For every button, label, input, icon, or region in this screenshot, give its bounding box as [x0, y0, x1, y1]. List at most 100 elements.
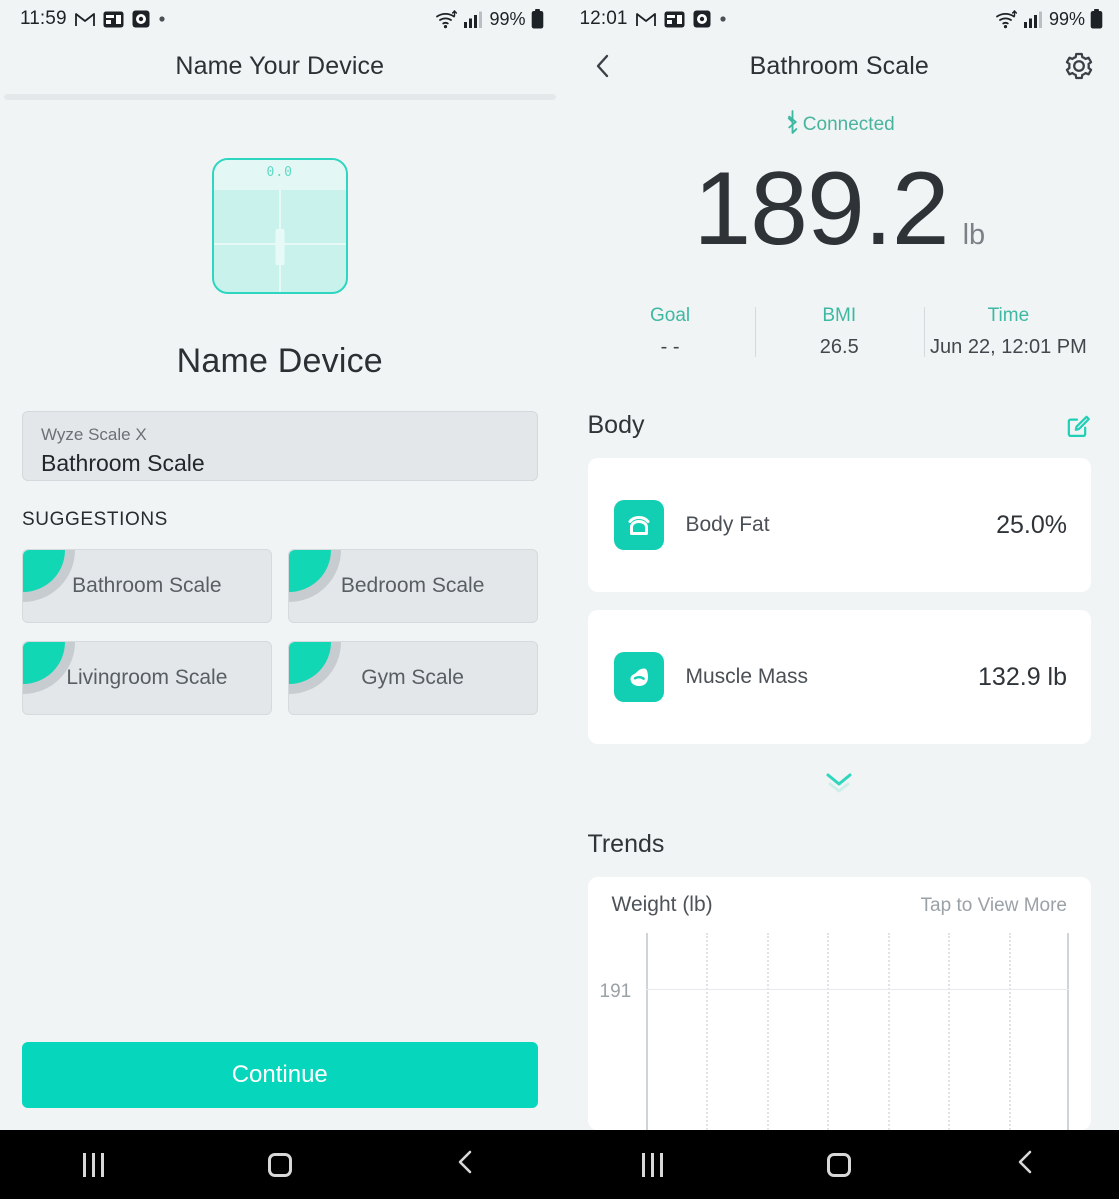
- body-fat-card[interactable]: Body Fat 25.0%: [587, 458, 1091, 592]
- nav-back-button[interactable]: [991, 1142, 1061, 1188]
- metric-bmi[interactable]: BMI 26.5: [754, 305, 924, 359]
- status-bar-left: 11:59 99%: [0, 0, 560, 38]
- nav-recents-button[interactable]: [618, 1142, 688, 1188]
- settings-button[interactable]: [1061, 48, 1097, 84]
- suggestion-chip-livingroom[interactable]: Livingroom Scale: [22, 641, 272, 715]
- caption-icon: [103, 11, 124, 28]
- connection-status-text: Connected: [802, 113, 895, 135]
- chart-y-tick: 191: [599, 981, 632, 1002]
- device-name-input[interactable]: Wyze Scale X Bathroom Scale: [22, 411, 538, 481]
- suggestion-label: Livingroom Scale: [66, 666, 228, 689]
- metric-value: Jun 22, 12:01 PM: [930, 336, 1087, 358]
- metric-value: - -: [660, 336, 680, 358]
- suggestion-chip-bathroom[interactable]: Bathroom Scale: [22, 549, 272, 623]
- nav-home-button[interactable]: [245, 1142, 315, 1188]
- right-phone-screen: 12:01 99% Bathroom Scale Connected 189.2…: [559, 0, 1119, 1199]
- status-time: 12:01: [579, 8, 628, 29]
- home-icon: [827, 1152, 852, 1177]
- nav-back-button[interactable]: [431, 1142, 501, 1188]
- chart-gridline: [706, 933, 709, 1130]
- battery-percent: 99%: [1048, 8, 1085, 29]
- chart-header: Weight (lb) Tap to View More: [602, 893, 1078, 917]
- status-bar-left-group: 11:59: [20, 8, 166, 30]
- connection-status: Connected: [560, 110, 1119, 139]
- chevron-left-icon: [596, 54, 608, 78]
- caption-icon: [664, 11, 685, 28]
- suggestions-list: Bathroom Scale Bedroom Scale Livingroom …: [22, 549, 538, 715]
- muscle-mass-card[interactable]: Muscle Mass 132.9 lb: [587, 610, 1091, 744]
- chart-gridline: [1008, 933, 1011, 1130]
- muscle-mass-value: 132.9 lb: [978, 662, 1067, 691]
- metric-value: 26.5: [819, 336, 859, 358]
- weight-trend-chart-card[interactable]: Weight (lb) Tap to View More 191: [587, 877, 1091, 1130]
- metric-label: Goal: [650, 305, 691, 326]
- right-screen-body: Connected 189.2 lb Goal - - BMI 26.5 Tim…: [560, 94, 1119, 1130]
- bluetooth-icon: [784, 110, 801, 139]
- gmail-icon: [74, 11, 95, 27]
- suggestion-label: Gym Scale: [361, 666, 464, 689]
- chevron-down-icon: [826, 773, 852, 793]
- signal-icon: [464, 10, 484, 28]
- chart-gridline: [827, 933, 830, 1130]
- signal-icon: [1023, 10, 1044, 28]
- back-icon: [1015, 1149, 1037, 1180]
- chart-gridline: [948, 933, 951, 1130]
- alarm-icon: [132, 10, 150, 28]
- status-bar-right-group: 99%: [435, 9, 543, 30]
- status-bar-right: 12:01 99%: [560, 0, 1119, 38]
- metric-time[interactable]: Time Jun 22, 12:01 PM: [923, 305, 1093, 359]
- trends-section-title: Trends: [587, 830, 665, 858]
- name-device-heading: Name Device: [176, 342, 383, 380]
- suggestion-label: Bedroom Scale: [340, 574, 485, 597]
- wifi-icon: [995, 9, 1019, 29]
- device-name-value[interactable]: Bathroom Scale: [41, 450, 519, 477]
- muscle-mass-icon: [613, 652, 664, 702]
- continue-button[interactable]: Continue: [22, 1042, 538, 1108]
- chart-horizontal-gridline: [645, 989, 1069, 990]
- back-icon: [455, 1149, 477, 1180]
- app-header-right: Bathroom Scale: [560, 38, 1119, 94]
- nav-home-button[interactable]: [804, 1142, 874, 1188]
- scale-display-reading: 0.0: [266, 165, 293, 180]
- app-header-left: Name Your Device: [0, 38, 560, 94]
- chart-right-axis: [1067, 933, 1069, 1130]
- battery-icon: [531, 9, 544, 29]
- back-button[interactable]: [586, 49, 620, 83]
- tap-to-view-more-link[interactable]: Tap to View More: [921, 895, 1067, 917]
- chart-plot-area: [645, 933, 1069, 1130]
- suggestions-label: SUGGESTIONS: [22, 509, 168, 530]
- home-icon: [267, 1152, 292, 1177]
- battery-percent: 99%: [489, 8, 526, 29]
- android-navbar-right: [559, 1130, 1119, 1199]
- weight-unit: lb: [962, 219, 986, 251]
- body-section-title: Body: [587, 411, 645, 439]
- nav-recents-button[interactable]: [58, 1142, 128, 1188]
- body-fat-value: 25.0%: [996, 510, 1067, 539]
- scale-illustration-wrap: 0.0: [22, 158, 538, 294]
- weight-display: 189.2 lb: [560, 157, 1119, 261]
- chart-title: Weight (lb): [611, 893, 713, 916]
- metric-goal[interactable]: Goal - -: [586, 305, 755, 359]
- chart-y-axis: [645, 933, 648, 1130]
- recents-icon: [82, 1152, 104, 1177]
- dual-screenshot: 11:59 99% Name Your Device 0.0 Name Devi…: [0, 0, 1119, 1199]
- edit-icon: [1067, 415, 1090, 437]
- chart-gridline: [887, 933, 890, 1130]
- status-time: 11:59: [20, 8, 67, 29]
- status-bar-right-group: 99%: [995, 9, 1103, 30]
- page-title-left: Name Your Device: [175, 51, 385, 80]
- device-model-hint: Wyze Scale X: [41, 425, 147, 444]
- body-fat-label: Body Fat: [685, 513, 770, 536]
- expand-body-button[interactable]: [560, 766, 1119, 800]
- android-navbar-left: [0, 1130, 560, 1199]
- left-spacer: [22, 715, 538, 1042]
- metric-label: BMI: [822, 305, 857, 326]
- suggestion-chip-bedroom[interactable]: Bedroom Scale: [287, 549, 538, 623]
- recents-icon: [642, 1152, 664, 1177]
- muscle-mass-label: Muscle Mass: [685, 665, 809, 688]
- edit-body-button[interactable]: [1063, 412, 1091, 440]
- body-section-header: Body: [560, 411, 1119, 440]
- weight-value: 189.2: [693, 151, 949, 267]
- chart-gridline: [766, 933, 769, 1130]
- suggestion-chip-gym[interactable]: Gym Scale: [287, 641, 538, 715]
